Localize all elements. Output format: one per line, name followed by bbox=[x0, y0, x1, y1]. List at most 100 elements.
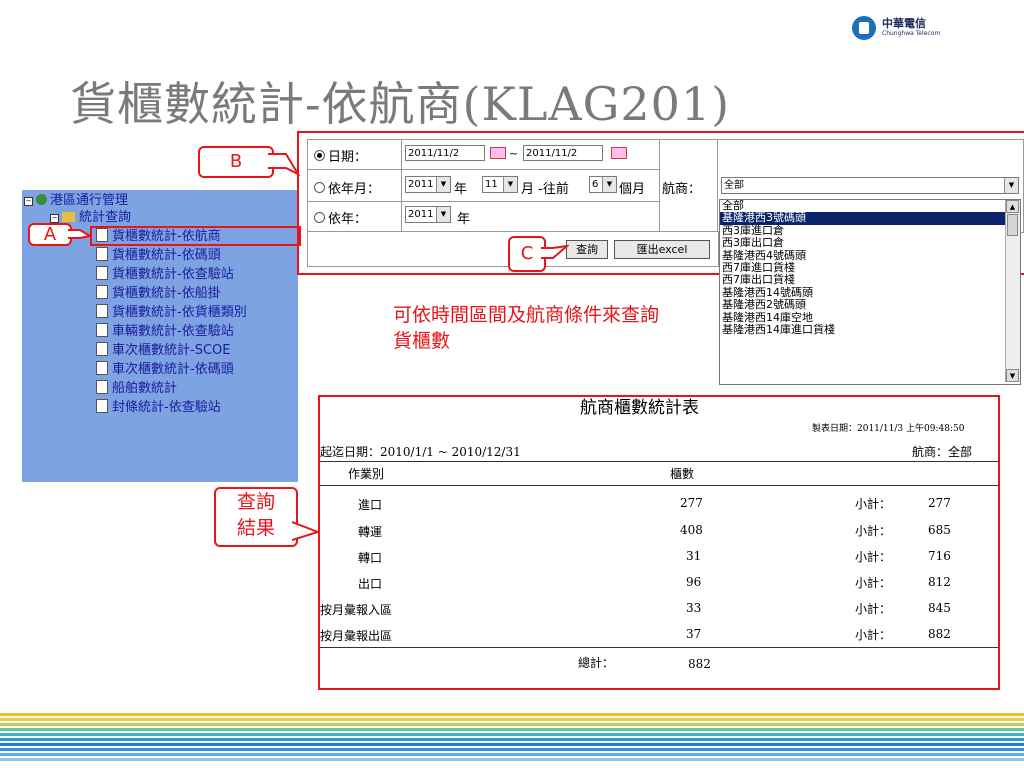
date-from-input[interactable]: 2011/11/2 bbox=[405, 145, 485, 161]
year-radio[interactable]: 依年： bbox=[314, 208, 367, 227]
tree-item[interactable]: 貨櫃數統計-依船掛 bbox=[96, 285, 221, 303]
scroll-up-icon[interactable]: ▲ bbox=[1006, 200, 1019, 213]
chevron-down-icon[interactable]: ▼ bbox=[1004, 178, 1018, 193]
row-subtotal: 685 bbox=[928, 523, 951, 537]
chevron-down-icon[interactable]: ▼ bbox=[602, 177, 616, 192]
report-title: 航商櫃數統計表 bbox=[580, 398, 699, 418]
row-count: 277 bbox=[680, 496, 703, 510]
row-subtotal: 882 bbox=[928, 627, 951, 641]
footer-stripes bbox=[0, 713, 1024, 768]
page-title: 貨櫃數統計-依航商(KLAG201) bbox=[70, 77, 731, 131]
chevron-down-icon[interactable]: ▼ bbox=[503, 177, 517, 192]
year-unit-label: 年 bbox=[454, 182, 468, 197]
carrier-select[interactable]: 全部 ▼ bbox=[721, 177, 1019, 194]
row-type: 出口 bbox=[358, 577, 383, 591]
report-carrier: 航商：全部 bbox=[912, 445, 973, 459]
chevron-down-icon[interactable]: ▼ bbox=[436, 207, 450, 222]
selected-item-highlight bbox=[90, 226, 301, 246]
row-subtotal: 277 bbox=[928, 496, 951, 510]
col-header-count: 櫃數 bbox=[670, 467, 695, 481]
carrier-option[interactable]: 西7庫出口貨棧 bbox=[720, 274, 1020, 286]
callout-a: A bbox=[28, 223, 72, 246]
tree-item[interactable]: 車次櫃數統計-依碼頭 bbox=[96, 361, 234, 379]
row-subtotal-label: 小計： bbox=[855, 550, 892, 564]
scroll-down-icon[interactable]: ▼ bbox=[1006, 369, 1019, 382]
row-count: 31 bbox=[686, 549, 702, 563]
chevron-down-icon[interactable]: ▼ bbox=[436, 177, 450, 192]
carrier-option-highlighted[interactable]: 基隆港西3號碼頭 bbox=[720, 212, 1020, 225]
month-unit-label: 月 -往前 bbox=[521, 182, 569, 197]
callout-a-pointer bbox=[68, 229, 92, 239]
row-type: 轉運 bbox=[358, 525, 383, 539]
tree-item[interactable]: 車次櫃數統計-SCOE bbox=[96, 342, 230, 360]
row-count: 96 bbox=[686, 575, 702, 589]
tree-item[interactable]: 貨櫃數統計-依碼頭 bbox=[96, 247, 221, 265]
document-icon bbox=[96, 342, 108, 356]
row-subtotal: 716 bbox=[928, 549, 951, 563]
total-label: 總計： bbox=[578, 656, 615, 670]
radio-unchecked-icon[interactable] bbox=[314, 212, 325, 223]
tree-item[interactable]: 貨櫃數統計-依查驗站 bbox=[96, 266, 234, 284]
row-type: 轉口 bbox=[358, 551, 383, 565]
date-range-separator: ~ bbox=[509, 147, 519, 160]
col-header-type: 作業別 bbox=[348, 467, 385, 481]
document-icon bbox=[96, 285, 108, 299]
row-type: 進口 bbox=[358, 498, 383, 512]
callout-c-pointer bbox=[541, 244, 569, 259]
query-button[interactable]: 查詢 bbox=[566, 240, 608, 259]
row-subtotal: 845 bbox=[928, 601, 951, 615]
months-back-select[interactable]: 6 ▼ bbox=[589, 176, 617, 193]
month-select[interactable]: 11 ▼ bbox=[482, 176, 518, 193]
callout-result-pointer bbox=[292, 521, 320, 541]
callout-result: 查詢 結果 bbox=[214, 487, 298, 547]
globe-icon bbox=[36, 194, 47, 205]
tree-item[interactable]: 貨櫃數統計-依貨櫃類別 bbox=[96, 304, 247, 322]
row-count: 37 bbox=[686, 627, 702, 641]
scrollbar[interactable]: ▲ ▼ bbox=[1005, 200, 1020, 382]
row-subtotal: 812 bbox=[928, 575, 951, 589]
report-panel: 航商櫃數統計表 製表日期：2011/11/3 上午09:48:50 起迄日期：2… bbox=[318, 395, 1000, 690]
date-radio[interactable]: 日期： bbox=[314, 146, 367, 165]
year-select[interactable]: 2011 ▼ bbox=[405, 206, 451, 223]
row-count: 408 bbox=[680, 523, 703, 537]
callout-b: B bbox=[198, 146, 274, 178]
calendar-icon[interactable] bbox=[611, 147, 627, 159]
row-type: 按月彙報入區 bbox=[320, 603, 393, 617]
carrier-dropdown-list[interactable]: 全部 基隆港西3號碼頭 西3庫進口倉 西3庫出口倉 基隆港西4號碼頭 西7庫進口… bbox=[719, 199, 1021, 385]
calendar-icon[interactable] bbox=[490, 147, 506, 159]
row-subtotal-label: 小計： bbox=[855, 628, 892, 642]
scroll-thumb[interactable] bbox=[1007, 214, 1018, 236]
tree-root-node[interactable]: − 港區通行管理 bbox=[24, 192, 128, 210]
collapse-icon[interactable]: − bbox=[24, 197, 33, 206]
month-radio[interactable]: 依年月： bbox=[314, 178, 380, 197]
document-icon bbox=[96, 361, 108, 375]
carrier-option[interactable]: 基隆港西2號碼頭 bbox=[720, 298, 1020, 311]
document-icon bbox=[96, 323, 108, 337]
radio-unchecked-icon[interactable] bbox=[314, 182, 325, 193]
logo-name-cn: 中華電信 bbox=[882, 17, 926, 30]
row-subtotal-label: 小計： bbox=[855, 497, 892, 511]
month-year-select[interactable]: 2011 ▼ bbox=[405, 176, 451, 193]
collapse-icon[interactable]: − bbox=[50, 214, 59, 223]
radio-checked-icon[interactable] bbox=[314, 150, 325, 161]
logo-mark-icon bbox=[852, 16, 876, 40]
tree-item[interactable]: 封條統計-依查驗站 bbox=[96, 399, 221, 417]
carrier-option[interactable]: 基隆港西14庫進口貨棧 bbox=[720, 323, 1020, 336]
document-icon bbox=[96, 266, 108, 280]
total-value: 882 bbox=[688, 657, 711, 671]
report-print-date: 製表日期：2011/11/3 上午09:48:50 bbox=[812, 424, 965, 434]
export-excel-button[interactable]: 匯出excel bbox=[614, 240, 710, 259]
document-icon bbox=[96, 304, 108, 318]
row-count: 33 bbox=[686, 601, 702, 615]
tree-item[interactable]: 船舶數統計 bbox=[96, 380, 177, 398]
logo-name-en: Chunghwa Telecom bbox=[882, 30, 941, 37]
report-rule bbox=[320, 485, 998, 486]
date-to-input[interactable]: 2011/11/2 bbox=[523, 145, 603, 161]
row-subtotal-label: 小計： bbox=[855, 524, 892, 538]
chunghwa-telecom-logo: 中華電信 Chunghwa Telecom bbox=[852, 14, 992, 44]
carrier-option[interactable]: 西3庫出口倉 bbox=[720, 236, 1020, 249]
carrier-label: 航商： bbox=[662, 182, 702, 197]
document-icon bbox=[96, 247, 108, 261]
tree-item[interactable]: 車輛數統計-依查驗站 bbox=[96, 323, 234, 341]
annotation-note: 可依時間區間及航商條件來查詢貨櫃數 bbox=[393, 304, 660, 352]
